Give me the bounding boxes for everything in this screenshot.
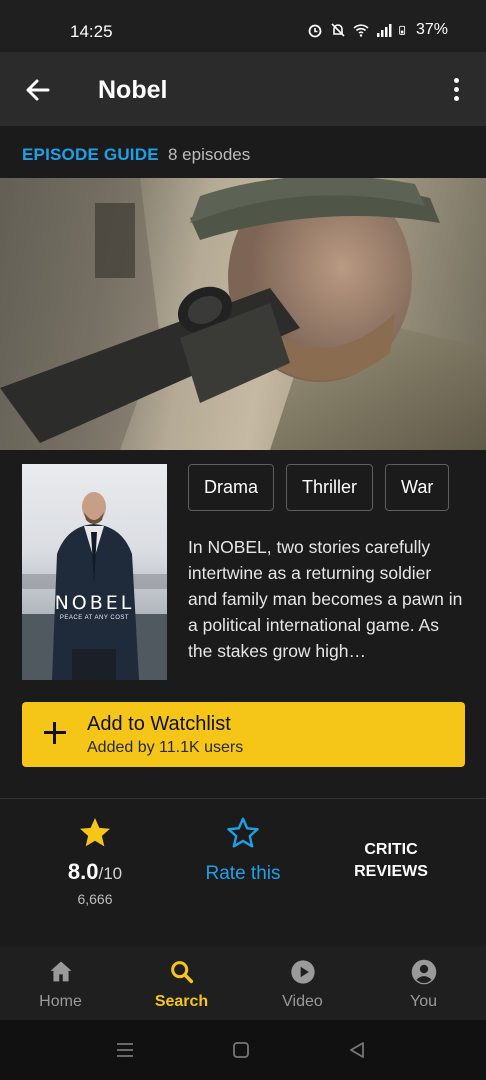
battery-percent: 37% [415,21,448,38]
nav-home-label: Home [39,993,82,1010]
rating-scale: /10 [98,864,123,883]
poster-tagline: PEACE AT ANY COST [59,615,130,621]
recents-icon[interactable] [113,1038,137,1062]
home-icon [50,961,72,982]
plus-icon [42,720,68,746]
genre-chips: Drama Thriller War [188,464,450,511]
nav-home[interactable]: Home [0,946,121,1020]
rating-value: 8.0 [67,859,99,884]
add-to-watchlist-button[interactable]: Add to Watchlist Added by 11.1K users [22,702,465,767]
nav-video-label: Video [282,993,323,1010]
nav-you-label: You [410,993,437,1010]
search-icon [171,961,194,984]
rating-value-line: 8.0/10 [25,859,165,885]
account-circle-icon [411,959,437,985]
critic-reviews-label: CRITIC REVIEWS [320,839,462,883]
genre-chip-war[interactable]: War [385,464,450,511]
alarm-icon [308,24,322,38]
critic-reviews-button[interactable]: CRITIC REVIEWS [320,799,462,946]
app-bar: Nobel [0,52,486,126]
watchlist-title: Add to Watchlist [87,713,231,735]
nav-search-label: Search [154,993,209,1010]
rate-this-button[interactable]: Rate this [172,799,314,946]
home-button-icon[interactable] [229,1038,253,1062]
episode-guide-link[interactable]: EPISODE GUIDE 8 episodes [0,126,486,178]
critic-label-line2: REVIEWS [354,863,428,880]
battery-icon [399,25,406,35]
watchlist-subtitle: Added by 11.1K users [87,739,244,756]
genre-chip-thriller[interactable]: Thriller [286,464,374,511]
poster-illustration [22,492,167,680]
system-navigation-bar [0,1020,486,1080]
hero-image[interactable] [0,178,486,450]
nav-search[interactable]: Search [121,946,242,1020]
nav-you[interactable]: You [363,946,484,1020]
plot-summary[interactable]: In NOBEL, two stories carefully intertwi… [188,534,463,664]
bell-off-icon [331,23,345,37]
wifi-icon [353,24,369,37]
signal-icon [376,24,392,37]
ratings-row: 8.0/10 6,666 Rate this CRITIC REVIEWS [0,799,486,946]
arrow-left-icon[interactable] [20,72,56,108]
hero-illustration [0,178,486,450]
back-nav-icon[interactable] [345,1038,369,1062]
more-vertical-icon[interactable] [444,74,468,106]
poster-title: NOBEL [54,592,135,614]
critic-label-line1: CRITIC [364,841,418,858]
bottom-navigation: Home Search Video You [0,946,486,1020]
status-icons: 37% [307,21,448,39]
rate-this-label: Rate this [205,863,281,884]
page-title: Nobel [98,76,168,104]
nav-video[interactable]: Video [242,946,363,1020]
episode-count: 8 episodes [168,145,251,164]
vote-count: 6,666 [77,891,113,907]
star-icon [80,818,110,847]
genre-chip-drama[interactable]: Drama [188,464,275,511]
episode-guide-label[interactable]: EPISODE GUIDE [22,145,159,165]
status-bar: 14:25 37% [0,0,486,52]
star-outline-icon [227,817,259,848]
status-time: 14:25 [70,22,113,41]
play-circle-icon [291,960,315,984]
imdb-rating[interactable]: 8.0/10 6,666 [25,799,165,946]
poster-image[interactable]: NOBEL PEACE AT ANY COST [22,464,167,680]
